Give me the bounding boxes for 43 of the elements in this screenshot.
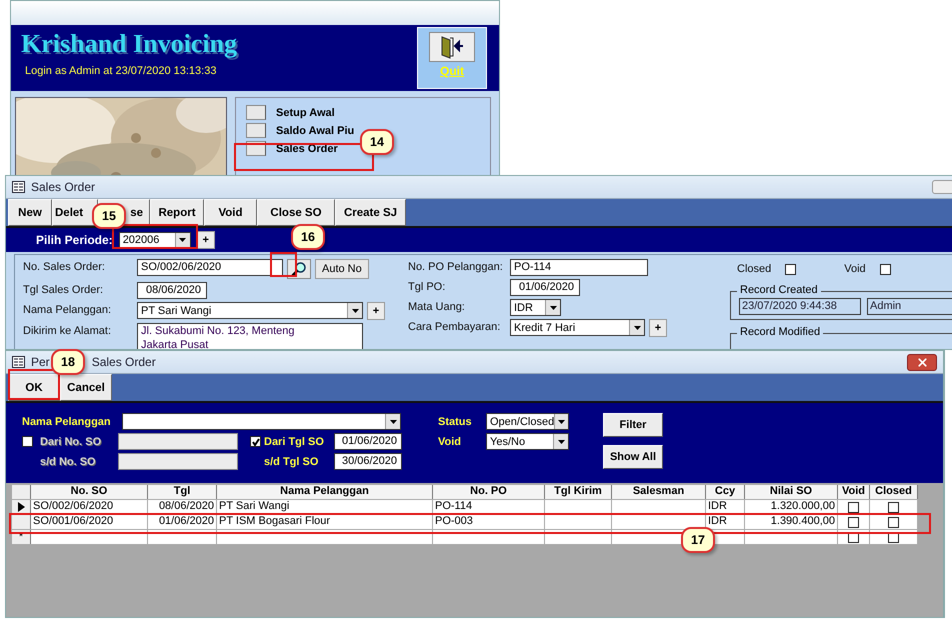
table-cell: PO-003	[433, 515, 545, 529]
filter-label: s/d No. SO	[40, 456, 97, 468]
window-title: Sales Order	[31, 180, 96, 194]
table-cell: 1.320.000,00	[745, 500, 838, 514]
created-user-field: Admin	[867, 298, 952, 315]
field-label: Tgl Sales Order:	[23, 283, 104, 298]
table-cell: SO/002/06/2020	[31, 500, 148, 514]
callout-tooltip: 18	[51, 349, 85, 375]
filter-label: Nama Pelanggan	[22, 416, 112, 428]
callout-tooltip: 15	[92, 203, 126, 229]
field-label: Dikirim ke Alamat:	[23, 324, 112, 339]
field-label: Cara Pembayaran:	[408, 320, 502, 335]
group-title: Record Modified	[737, 326, 824, 338]
dialog-title-start: Per	[31, 355, 50, 369]
filter-label: Dari No. SO	[40, 436, 102, 448]
field-label: Tgl PO:	[408, 280, 446, 295]
period-label: Pilih Periode:	[36, 233, 113, 247]
table-cell: SO/001/06/2020	[31, 515, 148, 529]
login-info: Login as Admin at 23/07/2020 13:13:33	[24, 65, 218, 77]
app-title: Krishand Invoicing	[21, 29, 238, 59]
group-title: Record Created	[737, 284, 821, 296]
created-date-field: 23/07/2020 9:44:38	[739, 298, 861, 315]
field-label: Nama Pelanggan:	[23, 303, 112, 318]
field-label: No. Sales Order:	[23, 260, 106, 275]
table-cell: PO-114	[433, 500, 545, 514]
table-cell: 1.390.400,00	[745, 515, 838, 529]
callout-tooltip: 16	[291, 224, 325, 250]
table-cell: 08/06/2020	[148, 500, 217, 514]
filter-label: Status	[438, 416, 473, 428]
filter-label: Dari Tgl SO	[264, 436, 325, 448]
field-label: Mata Uang:	[408, 300, 466, 315]
table-cell: PT Sari Wangi	[217, 500, 433, 514]
table-cell: IDR	[706, 500, 745, 514]
table-cell: PT ISM Bogasari Flour	[217, 515, 433, 529]
flag-label: Closed	[737, 262, 772, 277]
callout-tooltip: 14	[360, 129, 394, 155]
callout-tooltip: 17	[681, 527, 715, 553]
dialog-title-end: Sales Order	[92, 355, 156, 369]
flag-label: Void	[844, 262, 866, 277]
filter-label: s/d Tgl SO	[264, 456, 320, 468]
filter-label: Void	[438, 436, 462, 448]
table-cell: 01/06/2020	[148, 515, 217, 529]
field-label: No. PO Pelanggan:	[408, 260, 504, 275]
